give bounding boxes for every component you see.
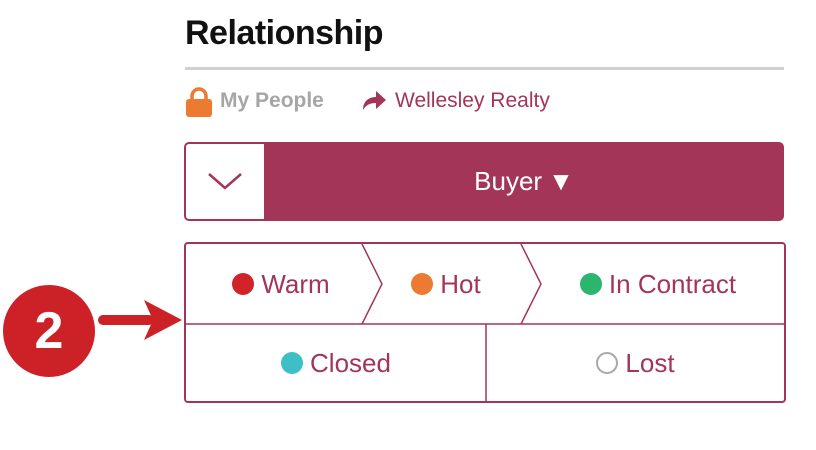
- stage-select[interactable]: Buyer ▼: [264, 142, 784, 221]
- status-hot[interactable]: Hot: [366, 244, 526, 324]
- callout-arrow-icon: [98, 300, 182, 340]
- visibility-label[interactable]: My People: [220, 89, 324, 113]
- status-warm[interactable]: Warm: [186, 244, 376, 324]
- lock-icon: [186, 87, 212, 117]
- collapse-button[interactable]: [186, 144, 264, 219]
- section-title: Relationship: [185, 14, 384, 52]
- relationship-meta-row: My People Wellesley Realty: [185, 86, 785, 117]
- status-label: Warm: [261, 268, 330, 299]
- status-dot-warm: [232, 273, 255, 295]
- status-dot-closed: [281, 352, 304, 374]
- agency-link[interactable]: Wellesley Realty: [395, 89, 550, 113]
- chevron-down-icon: [208, 173, 242, 190]
- status-dot-in-contract: [579, 273, 602, 295]
- stage-select-value: Buyer: [474, 166, 543, 196]
- stage-bar: Buyer ▼: [184, 142, 784, 221]
- title-divider: [185, 67, 784, 70]
- status-dot-lost: [596, 352, 619, 374]
- status-grid: Warm Hot In Contract Closed Lost: [184, 242, 786, 403]
- status-closed[interactable]: Closed: [186, 325, 486, 401]
- status-lost[interactable]: Lost: [487, 325, 784, 401]
- caret-down-icon: ▼: [548, 166, 574, 196]
- status-label: In Contract: [608, 268, 737, 299]
- status-label: Hot: [440, 268, 481, 299]
- status-label: Lost: [625, 347, 675, 378]
- status-dot-hot: [411, 273, 434, 295]
- step-callout-badge: 2: [3, 285, 95, 377]
- share-arrow-icon: [363, 91, 386, 110]
- status-in-contract[interactable]: In Contract: [532, 244, 784, 324]
- status-label: Closed: [310, 347, 391, 378]
